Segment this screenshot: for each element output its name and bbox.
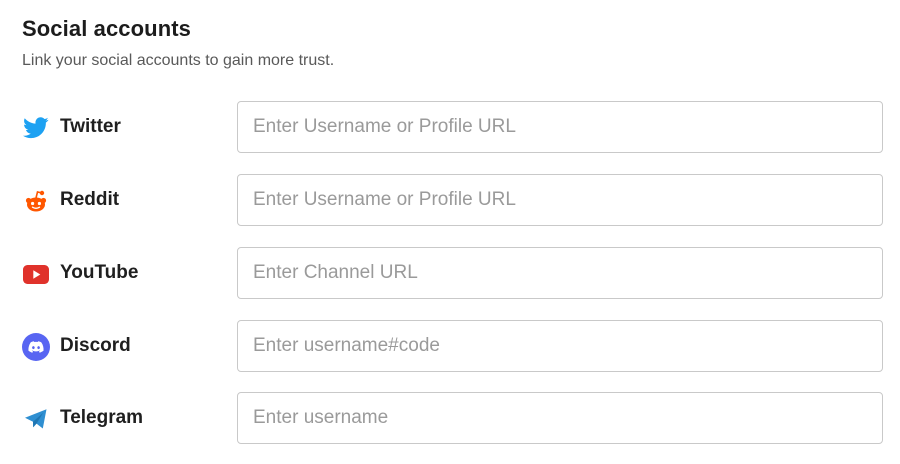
discord-label: Discord (60, 335, 131, 356)
twitter-icon (22, 114, 50, 142)
discord-row: Discord (0, 320, 900, 374)
telegram-input[interactable] (237, 392, 883, 444)
reddit-label: Reddit (60, 189, 120, 210)
discord-icon (22, 333, 50, 361)
reddit-input[interactable] (237, 174, 883, 226)
youtube-input[interactable] (237, 247, 883, 299)
discord-input[interactable] (237, 320, 883, 372)
youtube-icon (22, 260, 50, 288)
section-subtitle: Link your social accounts to gain more t… (22, 52, 335, 69)
telegram-label: Telegram (60, 407, 144, 428)
twitter-label: Twitter (60, 116, 121, 137)
twitter-input[interactable] (237, 101, 883, 153)
youtube-row: YouTube (0, 247, 900, 301)
youtube-label: YouTube (60, 262, 139, 283)
telegram-row: Telegram (0, 392, 900, 446)
telegram-icon (22, 405, 50, 433)
section-title: Social accounts (22, 16, 192, 41)
social-accounts-panel: Social accounts Link your social account… (0, 0, 900, 464)
reddit-icon (22, 187, 50, 215)
twitter-row: Twitter (0, 101, 900, 155)
reddit-row: Reddit (0, 174, 900, 228)
